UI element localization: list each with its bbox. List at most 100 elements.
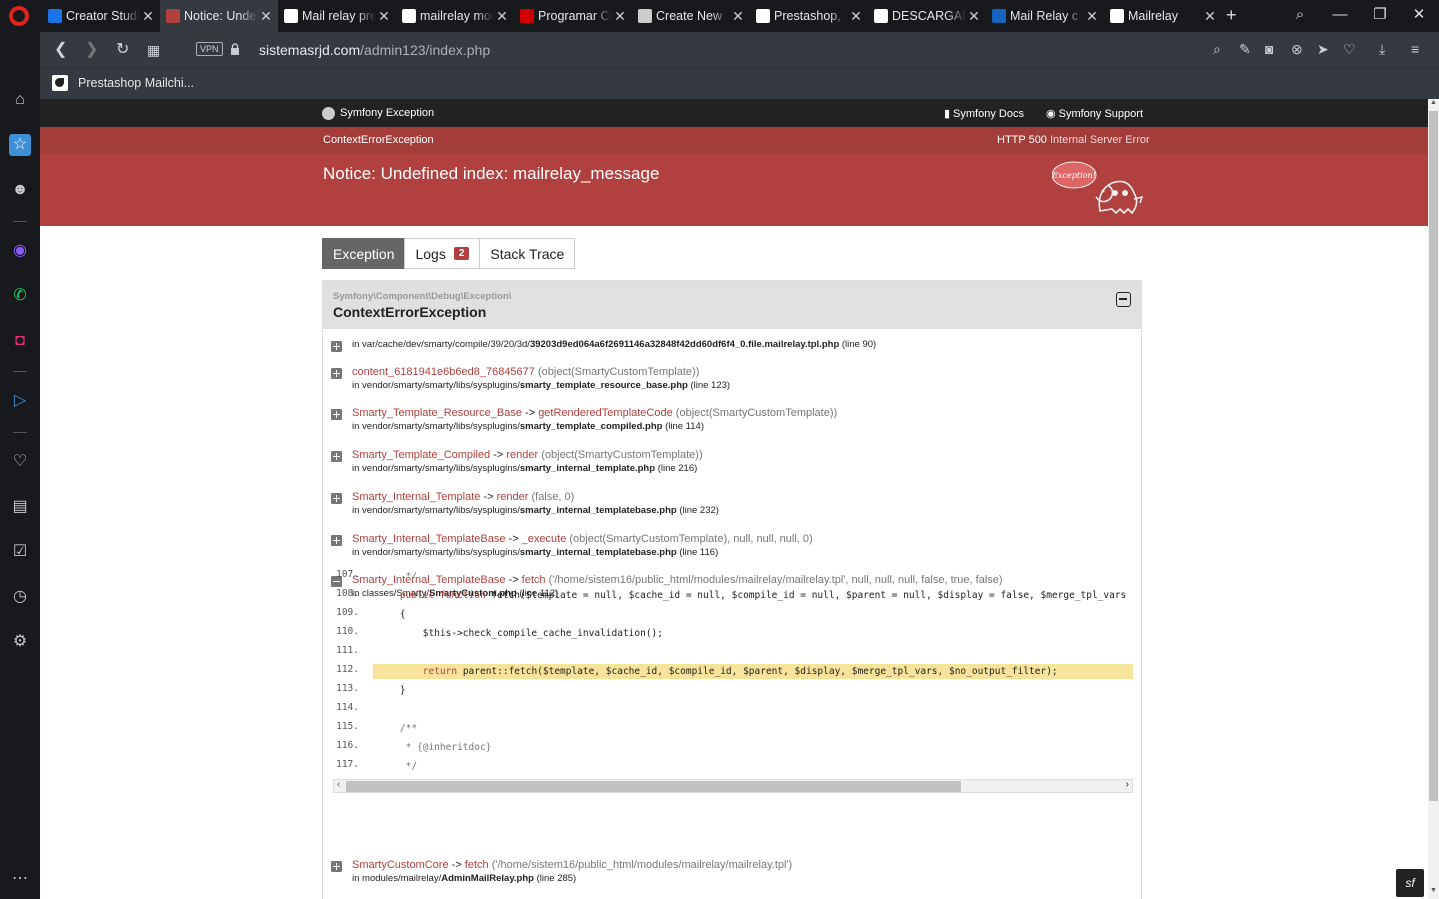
tab-logs[interactable]: Logs 2 [404,238,481,269]
tab-exception[interactable]: Exception [322,238,406,269]
reload-button[interactable]: ↻ [116,40,129,60]
messenger-icon[interactable]: ◉ [9,240,31,262]
browser-tab[interactable]: Programar Cursos✕ [514,0,632,32]
more-icon[interactable]: ⋯ [9,868,31,890]
close-tab-icon[interactable]: ✕ [612,8,628,25]
close-tab-icon[interactable]: ✕ [494,8,510,25]
code-horizontal-scrollbar[interactable]: ‹ › [333,779,1133,793]
close-tab-icon[interactable]: ✕ [258,8,274,25]
close-tab-icon[interactable]: ✕ [376,8,392,25]
close-tab-icon[interactable]: ✕ [966,8,982,25]
browser-tab[interactable]: Mail Relay c ✕ [986,0,1104,32]
camera-icon[interactable]: ◙ [1265,41,1273,57]
restore-button[interactable]: ❐ [1360,0,1400,32]
browser-tab[interactable]: Create New ✕ [632,0,750,32]
sidebar-divider [13,432,27,433]
scroll-down-arrow-icon[interactable]: ▼ [1428,887,1439,899]
frame-arrow: -> [448,859,465,871]
news-icon[interactable]: ▤ [9,496,31,518]
frame-class: Smarty_Template_Compiled [352,449,491,461]
frame-arrow: -> [505,533,522,545]
code-text: * {@inheritdoc} [377,742,492,753]
close-window-button[interactable]: ✕ [1399,0,1439,32]
new-tab-button[interactable]: + [1226,5,1237,26]
heart-icon[interactable]: ♡ [1343,41,1356,58]
search-page-icon[interactable]: ⌕ [1213,41,1221,58]
page-vertical-scrollbar[interactable]: ▲ ▼ [1428,99,1439,899]
browser-tab[interactable]: mailrelay module✕ [396,0,514,32]
expand-frame-icon[interactable] [331,409,342,420]
home-icon[interactable]: ⌂ [9,89,31,111]
close-tab-icon[interactable]: ✕ [140,8,156,25]
history-icon[interactable]: ◷ [9,586,31,608]
frame-args: (false, 0) [531,491,575,503]
browser-tab[interactable]: Mail relay prestashop✕ [278,0,396,32]
frame-function: render [496,491,529,503]
frame-class: SmartyCustomCore [352,859,449,871]
forward-button[interactable]: ❯ [85,40,98,60]
browser-tab[interactable]: Creator Studio ✕ [42,0,160,32]
collapse-all-toggle-icon[interactable] [1116,292,1131,307]
download-icon[interactable]: ⤓ [1379,41,1385,58]
opera-menu-icon[interactable] [9,6,29,26]
edit-icon[interactable]: ✎ [1239,41,1251,58]
tab-grid-icon[interactable]: ▦ [147,40,160,60]
vpn-badge[interactable]: VPN [196,42,223,56]
page-scrollbar-thumb[interactable] [1429,111,1438,801]
expand-frame-icon[interactable] [331,368,342,379]
line-number: 114. [336,702,359,713]
crypto-wallet-icon[interactable]: ☻ [9,179,31,201]
close-tab-icon[interactable]: ✕ [1202,8,1218,25]
line-number: 110. [336,626,359,637]
expand-frame-icon[interactable] [331,493,342,504]
settings-gear-icon[interactable]: ⚙ [9,631,31,653]
bookmarks-heart-icon[interactable]: ♡ [9,451,31,473]
speed-dial-icon[interactable]: ☆ [9,134,31,156]
easy-setup-icon[interactable]: ≡ [1411,41,1419,57]
expand-frame-icon[interactable] [331,451,342,462]
close-tab-icon[interactable]: ✕ [1084,8,1100,25]
minimize-button[interactable]: — [1320,0,1360,32]
url-field[interactable]: sistemasrjd.com/admin123/index.php [259,42,490,58]
frame-path: in vendor/smarty/smarty/libs/sysplugins/ [352,505,520,516]
expand-frame-icon[interactable] [331,535,342,546]
browser-tab[interactable]: Notice: Undefined index✕ [160,0,278,32]
scroll-up-arrow-icon[interactable]: ▲ [1428,99,1439,111]
close-tab-icon[interactable]: ✕ [848,8,864,25]
player-icon[interactable]: ▷ [9,390,31,412]
send-icon[interactable]: ➤ [1317,41,1329,58]
frame-line: (line 116) [679,547,719,558]
browser-tab[interactable]: Prestashop, ✕ [750,0,868,32]
whatsapp-icon[interactable]: ✆ [9,285,31,307]
code-line: 111. [333,645,1133,660]
pinboard-icon[interactable]: ☑ [9,541,31,563]
adblock-icon[interactable]: ⊗ [1291,41,1303,58]
frame-call: Smarty_Template_Compiled -> render (obje… [352,449,703,461]
browser-tab[interactable]: Mailrelay ✕ [1104,0,1222,32]
code-text: } [377,685,406,696]
trace-class: ContextErrorException [333,304,487,320]
frame-file: smarty_internal_templatebase.php [519,547,677,558]
scroll-right-arrow-icon[interactable]: › [1126,779,1129,790]
google-icon [402,9,416,23]
line-number: 108. [336,588,359,599]
bookmark-item[interactable]: Prestashop Mailchi... [52,75,194,91]
symfony-toolbar-icon[interactable]: sf [1396,869,1424,897]
expand-frame-icon[interactable] [331,861,342,872]
symfony-support-link[interactable]: ◉ Symfony Support [1046,107,1143,120]
symfony-docs-link[interactable]: ▮ Symfony Docs [944,107,1024,120]
line-number: 111. [336,645,359,656]
expand-frame-icon[interactable] [331,341,342,352]
close-tab-icon[interactable]: ✕ [730,8,746,25]
back-button[interactable]: ❮ [54,40,67,60]
tab-stack-trace[interactable]: Stack Trace [479,238,576,269]
lock-icon[interactable] [230,43,240,55]
page-content: Symfony Exception ▮ Symfony Docs ◉ Symfo… [40,99,1428,899]
browser-tab[interactable]: DESCARGAR ✕ [868,0,986,32]
scroll-left-arrow-icon[interactable]: ‹ [337,779,340,790]
code-line: 115. /** [333,721,1133,736]
search-tabs-icon[interactable]: ⌕ [1280,0,1320,32]
scrollbar-thumb[interactable] [346,781,961,792]
frame-line: (line 114) [665,421,704,432]
instagram-icon[interactable]: ◘ [9,330,31,352]
